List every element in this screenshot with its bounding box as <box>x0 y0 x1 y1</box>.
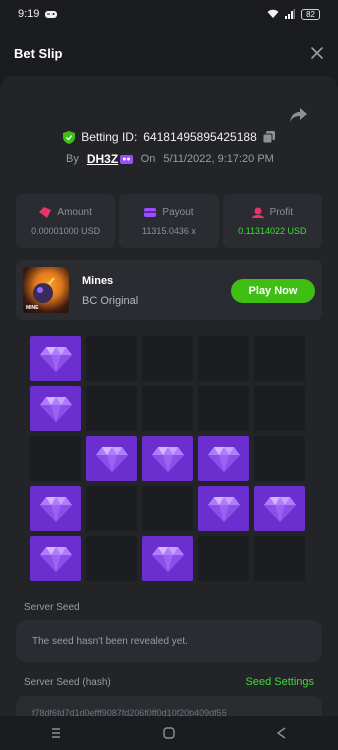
gem-icon <box>207 496 240 522</box>
server-seed-hash-label: Server Seed (hash) <box>24 677 111 688</box>
recent-apps-icon[interactable] <box>49 726 63 740</box>
grid-tile-gem <box>86 436 137 481</box>
seed-settings-link[interactable]: Seed Settings <box>246 676 315 688</box>
home-icon[interactable] <box>162 726 176 740</box>
gem-icon <box>39 346 72 372</box>
by-row: By DH3Z ●● On 5/11/2022, 9:17:20 PM <box>66 152 274 166</box>
game-name: Mines <box>82 275 114 287</box>
gem-icon <box>151 546 184 572</box>
server-seed-box: The seed hasn't been revealed yet. <box>16 620 322 662</box>
grid-tile-empty <box>142 336 193 381</box>
grid-tile-gem <box>198 486 249 531</box>
betting-id-label: Betting ID: <box>81 130 138 144</box>
gem-icon <box>39 396 72 422</box>
game-controller-icon <box>45 10 58 18</box>
header: Bet Slip <box>0 36 338 70</box>
status-time: 9:19 <box>18 8 40 20</box>
grid-tile-empty <box>30 436 81 481</box>
profit-stat-head: Profit <box>251 206 293 218</box>
status-left: 9:19 <box>18 8 58 20</box>
username-link[interactable]: DH3Z <box>87 152 118 166</box>
copy-icon[interactable] <box>262 131 275 143</box>
game-thumbnail: MINE <box>23 267 69 313</box>
server-seed-label: Server Seed <box>24 602 80 613</box>
grid-tile-empty <box>198 336 249 381</box>
status-right: 82 <box>267 8 320 20</box>
grid-tile-gem <box>30 336 81 381</box>
grid-tile-empty <box>86 536 137 581</box>
payout-label: Payout <box>162 206 194 218</box>
grid-tile-gem <box>30 536 81 581</box>
gem-icon <box>95 446 128 472</box>
amount-stat-head: Amount <box>39 206 92 218</box>
grid-tile-gem <box>254 486 305 531</box>
page-title: Bet Slip <box>14 45 63 61</box>
payout-icon <box>144 207 157 217</box>
profit-label: Profit <box>269 206 293 218</box>
profit-value: 0.11314022 USD <box>238 225 307 236</box>
gem-icon <box>151 446 184 472</box>
grid-tile-gem <box>30 486 81 531</box>
grid-tile-gem <box>142 436 193 481</box>
grid-tile-empty <box>254 536 305 581</box>
grid-tile-gem <box>198 436 249 481</box>
status-bar: 9:19 82 <box>0 0 338 28</box>
play-now-button[interactable]: Play Now <box>231 279 315 303</box>
stats-row: Amount 0.00001000 USD Payout 11315.0436 … <box>16 194 322 248</box>
payout-value: 11315.0436 x <box>142 225 196 236</box>
battery-indicator: 82 <box>301 8 320 20</box>
betting-id-value: 64181495895425188 <box>143 130 257 144</box>
mines-grid <box>30 336 306 584</box>
gem-icon <box>39 496 72 522</box>
by-label: By <box>66 153 79 165</box>
grid-tile-empty <box>254 386 305 431</box>
payout-stat: Payout 11315.0436 x <box>119 194 219 248</box>
betting-id-row: Betting ID: 64181495895425188 <box>0 130 338 144</box>
system-nav-bar <box>0 716 338 750</box>
amount-label: Amount <box>57 206 92 218</box>
close-icon[interactable] <box>310 46 324 60</box>
grid-tile-empty <box>198 536 249 581</box>
game-provider: BC Original <box>82 295 139 307</box>
amount-icon <box>39 206 52 218</box>
amount-value: 0.00001000 USD <box>31 225 101 236</box>
bet-datetime: 5/11/2022, 9:17:20 PM <box>163 153 274 165</box>
wifi-icon <box>267 9 279 18</box>
grid-tile-empty <box>198 386 249 431</box>
grid-tile-empty <box>254 436 305 481</box>
grid-tile-empty <box>142 486 193 531</box>
grid-tile-empty <box>142 386 193 431</box>
thumb-label: MINE <box>26 305 39 311</box>
on-label: On <box>140 153 156 165</box>
grid-tile-empty <box>86 386 137 431</box>
game-card: MINE Mines BC Original Play Now <box>16 260 322 320</box>
share-icon[interactable] <box>290 107 308 123</box>
amount-stat: Amount 0.00001000 USD <box>16 194 116 248</box>
server-seed-value: The seed hasn't been revealed yet. <box>32 635 188 647</box>
grid-tile-gem <box>142 536 193 581</box>
gem-icon <box>207 446 240 472</box>
gem-icon <box>263 496 296 522</box>
grid-tile-empty <box>86 486 137 531</box>
shield-icon <box>63 130 76 144</box>
grid-tile-gem <box>30 386 81 431</box>
profit-icon <box>251 207 264 218</box>
profit-stat: Profit 0.11314022 USD <box>222 194 322 248</box>
signal-icon <box>285 9 296 19</box>
payout-stat-head: Payout <box>144 206 194 218</box>
back-icon[interactable] <box>275 726 289 740</box>
grid-tile-empty <box>86 336 137 381</box>
vip-badge-icon: ●● <box>120 154 133 164</box>
bet-slip-panel: Betting ID: 64181495895425188 By DH3Z ●●… <box>0 76 338 736</box>
gem-icon <box>39 546 72 572</box>
grid-tile-empty <box>254 336 305 381</box>
